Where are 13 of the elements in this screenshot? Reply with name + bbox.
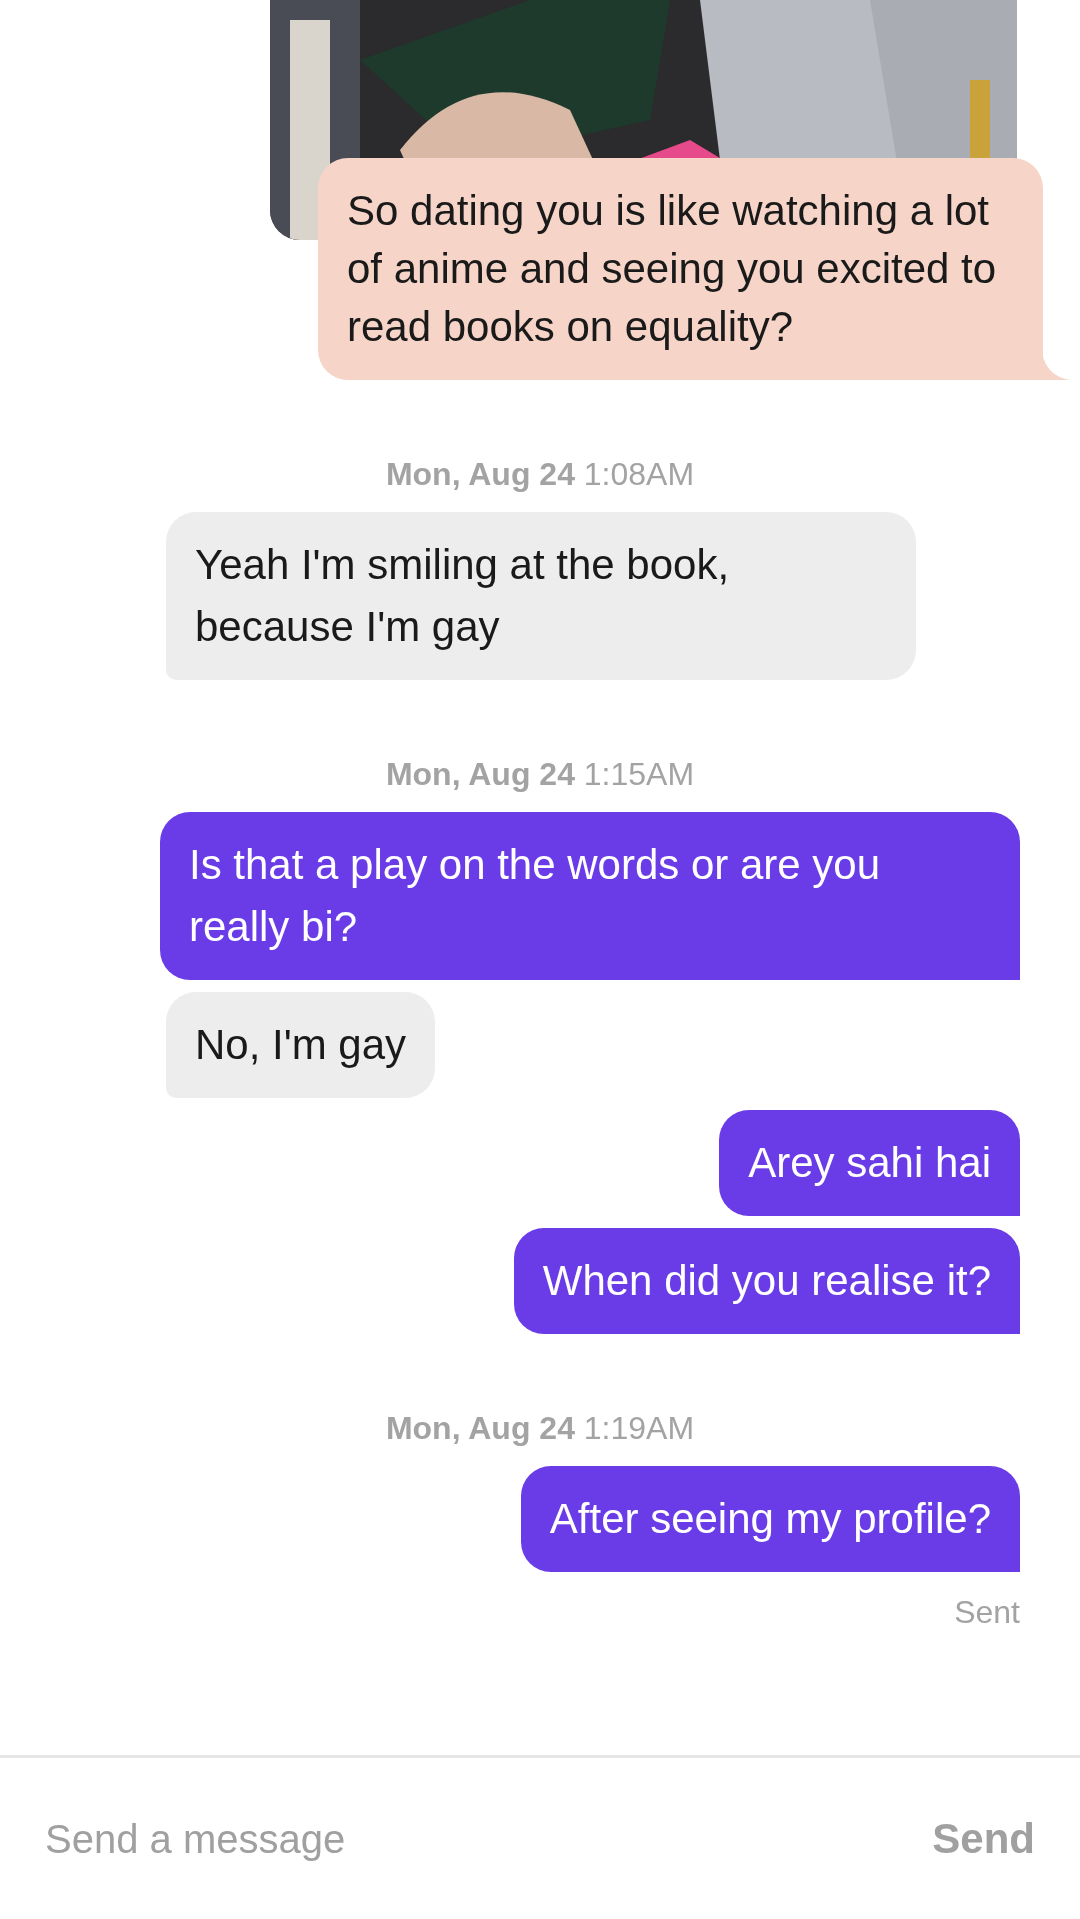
- message-bubble: When did you realise it?: [513, 1228, 1020, 1334]
- timestamp: Mon, Aug 24 1:08AM: [385, 455, 695, 494]
- message-bubble: So dating you is like watching a lot of anime and seeing you excited to read books on equality?: [318, 158, 1043, 380]
- send-button[interactable]: Send: [932, 1807, 1035, 1870]
- message-bubble: No, I'm gay: [166, 992, 436, 1098]
- message-bubble: Is that a play on the words or are you really bi?: [160, 812, 1020, 980]
- timestamp: Mon, Aug 24 1:19AM: [385, 1409, 695, 1448]
- message-bubble: Yeah I'm smiling at the book, because I'm gay: [166, 512, 916, 680]
- delivery-status: Sent: [954, 1593, 1020, 1632]
- message-bubble: Arey sahi hai: [719, 1110, 1020, 1216]
- message-input[interactable]: Send a message: [45, 1808, 933, 1869]
- timestamp: Mon, Aug 24 1:15AM: [385, 755, 695, 794]
- message-bubble: After seeing my profile?: [520, 1466, 1020, 1572]
